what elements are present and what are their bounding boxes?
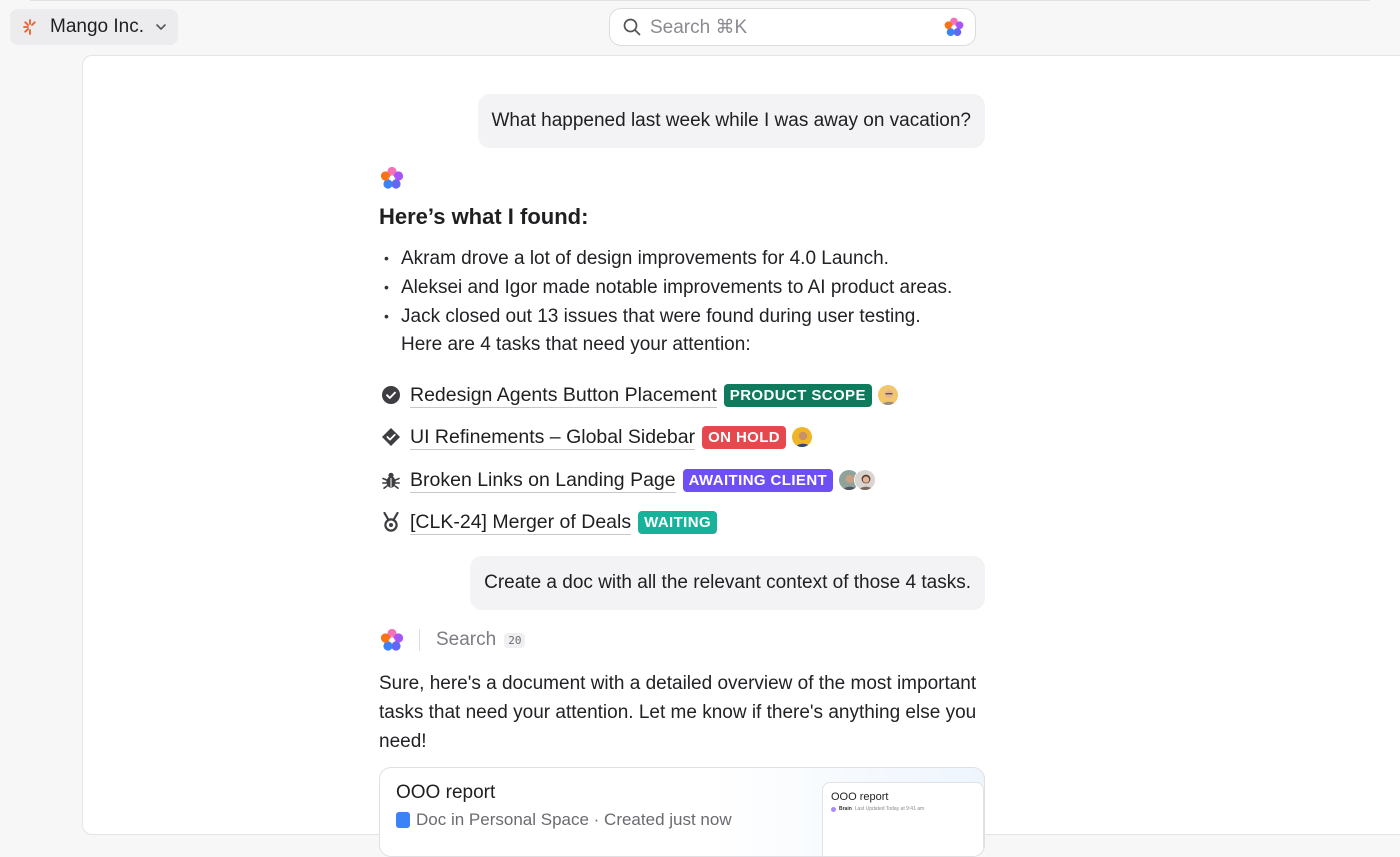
tasks-intro: Here are 4 tasks that need your attentio… xyxy=(401,334,751,355)
doc-preview-author: Brain xyxy=(839,806,852,812)
list-item: Jack closed out 13 issues that were foun… xyxy=(379,302,985,331)
search-results-count: 20 xyxy=(504,632,526,648)
workspace-name: Mango Inc. xyxy=(50,16,144,37)
task-link[interactable]: Broken Links on Landing Page xyxy=(410,468,676,493)
ai-brain-icon xyxy=(379,165,405,191)
search-icon xyxy=(622,17,642,37)
status-badge[interactable]: PRODUCT SCOPE xyxy=(723,383,872,407)
assignees xyxy=(838,469,877,491)
task-row: UI Refinements – Global Sidebar ON HOLD xyxy=(379,422,814,452)
task-row: Broken Links on Landing Page AWAITING CL… xyxy=(379,465,877,495)
top-bar: Mango Inc. Search ⌘K xyxy=(0,0,1400,56)
divider xyxy=(419,629,420,651)
doc-icon xyxy=(396,812,410,828)
doc-meta: Doc in Personal Space · Created just now xyxy=(396,810,732,830)
doc-preview-updated: Last Updated Today at 9:41 am xyxy=(854,806,925,812)
status-badge[interactable]: AWAITING CLIENT xyxy=(682,468,834,492)
search-step[interactable]: Search 20 xyxy=(379,626,526,654)
doc-meta-text: Doc in Personal Space · Created just now xyxy=(416,810,732,829)
search-input[interactable]: Search ⌘K xyxy=(609,8,976,46)
summary-list: Akram drove a lot of design improvements… xyxy=(379,244,985,331)
user-message: What happened last week while I was away… xyxy=(477,94,985,148)
doc-preview-title: OOO report xyxy=(831,791,889,803)
status-badge[interactable]: WAITING xyxy=(638,510,718,534)
medal-icon xyxy=(379,510,403,534)
user-message: Create a doc with all the relevant conte… xyxy=(470,556,985,610)
task-row: Redesign Agents Button Placement PRODUCT… xyxy=(379,380,899,410)
doc-preview-meta: Brain Last Updated Today at 9:41 am xyxy=(831,806,975,812)
list-item: Aleksei and Igor made notable improvemen… xyxy=(379,273,985,302)
search-placeholder: Search ⌘K xyxy=(650,16,748,38)
avatar[interactable] xyxy=(791,426,814,448)
brain-dot-icon xyxy=(831,806,836,812)
diamond-check-icon xyxy=(379,425,403,449)
check-circle-icon xyxy=(379,383,403,407)
task-link[interactable]: [CLK-24] Merger of Deals xyxy=(410,510,632,535)
chat-panel: What happened last week while I was away… xyxy=(82,55,1400,857)
assignees xyxy=(876,384,899,406)
ai-brain-icon xyxy=(379,627,405,653)
list-item: Akram drove a lot of design improvements… xyxy=(379,244,985,273)
avatar[interactable] xyxy=(876,384,899,406)
doc-card[interactable]: OOO report Doc in Personal Space · Creat… xyxy=(379,767,985,857)
task-link[interactable]: UI Refinements – Global Sidebar xyxy=(410,425,696,450)
workspace-logo-icon xyxy=(20,17,40,37)
ai-answer: Sure, here's a document with a detailed … xyxy=(379,673,977,752)
top-divider xyxy=(30,0,1370,1)
assignees xyxy=(791,426,814,448)
doc-preview: OOO report Brain Last Updated Today at 9… xyxy=(822,782,984,856)
ai-response-heading: Here’s what I found: xyxy=(379,204,589,229)
status-badge[interactable]: ON HOLD xyxy=(702,425,787,449)
doc-title: OOO report xyxy=(396,782,496,803)
search-step-label: Search xyxy=(436,629,497,650)
task-link[interactable]: Redesign Agents Button Placement xyxy=(410,383,717,408)
bug-icon xyxy=(379,468,403,492)
chevron-down-icon xyxy=(154,20,168,34)
ai-brain-icon[interactable] xyxy=(943,16,965,38)
task-row: [CLK-24] Merger of Deals WAITING xyxy=(379,507,718,537)
workspace-switcher[interactable]: Mango Inc. xyxy=(10,9,178,45)
avatar[interactable] xyxy=(854,469,877,491)
